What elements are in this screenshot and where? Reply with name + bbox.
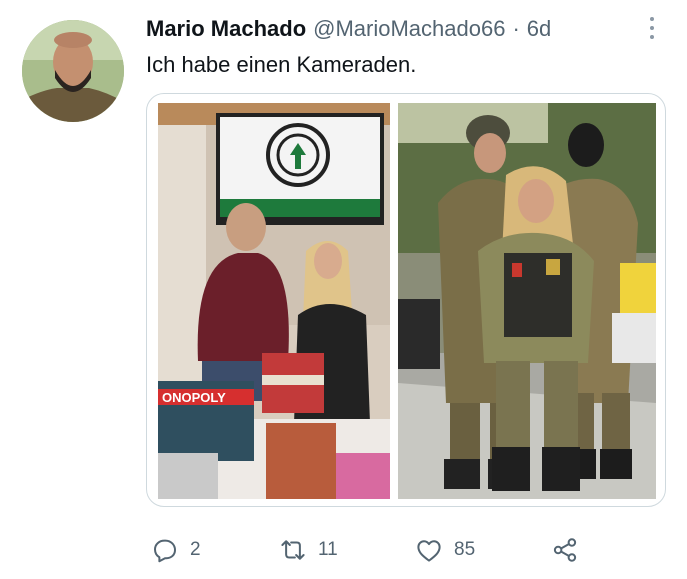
tweet-text: Ich habe einen Kameraden. — [146, 52, 417, 77]
photo-left-image: ONOPOLY — [158, 103, 390, 499]
tweet-timestamp[interactable]: 6d — [527, 16, 551, 42]
like-button[interactable]: 85 — [414, 530, 475, 570]
photo-right-image — [398, 103, 656, 499]
retweet-icon — [281, 540, 305, 560]
reply-button[interactable]: 2 — [150, 530, 201, 570]
like-icon — [417, 540, 441, 562]
retweet-count: 11 — [318, 539, 338, 560]
reply-icon — [154, 539, 176, 563]
like-count: 85 — [454, 539, 476, 560]
avatar-image — [22, 20, 124, 122]
tweet-header: Mario Machado @MarioMachado66 · 6d — [146, 14, 551, 44]
reply-count: 2 — [190, 539, 201, 560]
photo-left[interactable]: ONOPOLY — [158, 103, 390, 499]
author-name[interactable]: Mario Machado — [146, 16, 306, 42]
tweet-actions: 2 11 85 — [146, 530, 606, 570]
separator-dot: · — [512, 16, 520, 41]
share-icon — [553, 538, 577, 562]
game-box-text: ONOPOLY — [162, 390, 226, 405]
more-icon[interactable] — [644, 14, 660, 42]
share-button[interactable] — [550, 530, 580, 570]
photo-right[interactable] — [398, 103, 656, 499]
avatar[interactable] — [22, 20, 124, 122]
author-handle[interactable]: @MarioMachado66 — [313, 16, 505, 42]
retweet-button[interactable]: 11 — [278, 530, 338, 570]
media-grid[interactable]: ONOPOLY — [146, 93, 666, 507]
